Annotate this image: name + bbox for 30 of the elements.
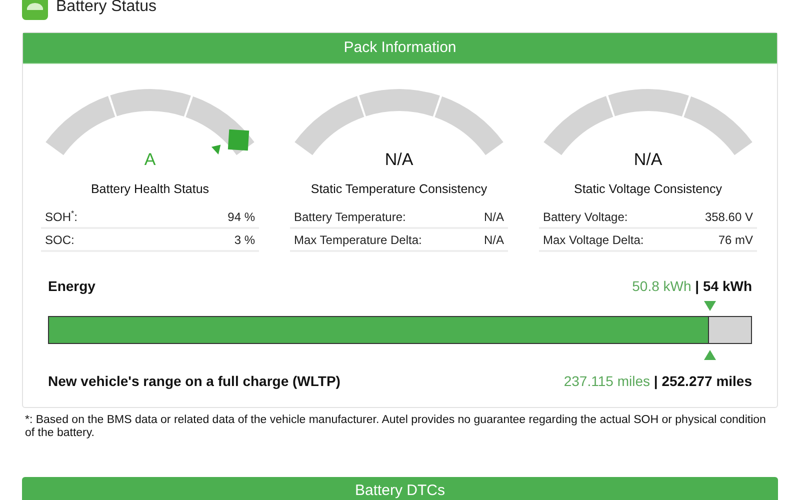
down-triangle-icon — [704, 300, 716, 312]
gauge-label: Battery Health Status — [90, 182, 210, 196]
panel-header: Battery DTCs — [22, 477, 778, 500]
row-label: Battery Temperature: — [294, 210, 406, 224]
gauge-pointer — [211, 129, 250, 154]
row-value: 76 mV — [718, 233, 753, 247]
row-label: SOH$^{*}$: — [45, 210, 78, 224]
car-icon — [22, 0, 48, 20]
panel-header: Pack Information — [23, 33, 777, 64]
row-value: 358.60 V — [704, 210, 753, 224]
energy-label: Energy — [48, 278, 96, 294]
row-label: Battery Voltage: — [543, 210, 628, 224]
row-value: 3 % — [234, 233, 255, 247]
energy-value: 50.8 kWh | 54 kWh — [632, 278, 752, 294]
gauge-label: Static Voltage Consistency — [574, 182, 722, 196]
gauge-label: Static Temperature Consistency — [310, 182, 488, 196]
gauge-value: N/A — [634, 150, 662, 170]
up-triangle-icon — [704, 349, 716, 361]
row-label: SOC: — [45, 233, 74, 247]
gauge-value: A — [144, 150, 156, 170]
page-title: Battery Status — [56, 0, 156, 16]
row-value: N/A — [484, 233, 504, 247]
range-value: 237.115 miles | 252.277 miles — [564, 373, 752, 389]
row-label: Max Temperature Delta: — [294, 233, 422, 247]
row-value: 94 % — [228, 210, 255, 224]
gauge-value: N/A — [384, 150, 414, 170]
range-label: New vehicle's range on a full charge (WLTP) — [48, 373, 340, 389]
footnote: *: Based on the BMS data or related data of the vehicle manufacturer. Autel provides no guarantee regarding the actual SOH or physical condition of the battery. — [25, 414, 767, 440]
row-value: N/A — [484, 210, 504, 224]
row-label: Max Voltage Delta: — [543, 233, 644, 247]
